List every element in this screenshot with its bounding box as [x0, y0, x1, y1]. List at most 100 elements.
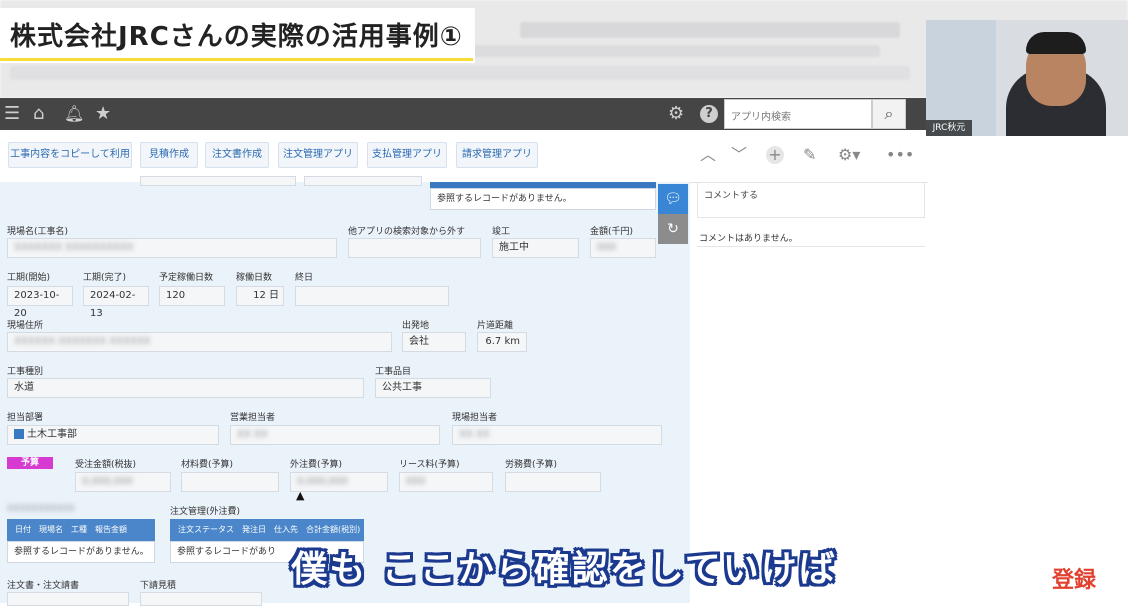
departure-label: 出発地 — [402, 321, 430, 331]
col-order-date: 発注日 — [242, 525, 266, 534]
planned-days-field[interactable]: 120 — [159, 286, 225, 306]
address-field[interactable]: XXXXXX XXXXXXX XXXXXX — [7, 332, 392, 352]
budget-tag: 予算 — [7, 457, 53, 469]
col-report-amount: 報告金額 — [95, 525, 127, 534]
final-day-label: 終日 — [295, 273, 314, 283]
no-comments-text: コメントはありません。 — [699, 234, 798, 244]
planned-days-label: 予定稼働日数 — [159, 273, 214, 283]
window-background — [926, 20, 996, 136]
comment-tab-icon[interactable]: 💬︎ — [658, 184, 688, 214]
col-site: 現場名 — [39, 525, 63, 534]
divider — [697, 246, 925, 247]
copy-work-button[interactable]: 工事内容をコピーして利用 — [8, 142, 132, 168]
site-name-label: 現場名(工事名) — [7, 227, 69, 237]
working-days-value: 12 — [253, 290, 266, 301]
col-work: 工種 — [71, 525, 87, 534]
webcam-name-label: JRC秋元 — [926, 120, 972, 136]
work-type-field[interactable]: 水道 — [7, 378, 364, 398]
video-title-banner: 株式会社JRCさんの実際の活用事例① — [0, 10, 473, 61]
lease-cost-field: 000 — [399, 472, 493, 492]
sales-rep-field[interactable]: XX XX — [230, 425, 440, 445]
distance-label: 片道距離 — [477, 321, 514, 331]
sales-rep-label: 営業担当者 — [230, 413, 276, 423]
start-date-label: 工期(開始) — [7, 273, 51, 283]
col-supplier: 仕入先 — [274, 525, 298, 534]
ref-table-header-top — [430, 182, 656, 188]
sub-estimate-field[interactable] — [140, 592, 262, 606]
video-subtitle: 僕も ここから確認をしていけば — [291, 549, 837, 590]
order-amount-field: 0,000,000 — [75, 472, 171, 492]
exclude-label: 他アプリの検索対象から外す — [348, 227, 466, 237]
work-type-label: 工事種別 — [7, 367, 44, 377]
departure-field[interactable]: 会社 — [402, 332, 466, 352]
search-icon[interactable]: ⌕ — [872, 99, 906, 129]
report-table-label: XXXXXXXXXXX — [7, 504, 75, 514]
col-total: 合計金額(税別) — [306, 525, 361, 534]
lease-cost-label: リース料(予算) — [399, 460, 460, 470]
comment-input[interactable]: コメントする — [697, 182, 925, 218]
top-field-2 — [304, 176, 422, 186]
order-table-header: 注文ステータス 発注日 仕入先 合計金額(税別) — [170, 519, 364, 541]
chevron-down-icon[interactable]: ﹀ — [731, 146, 747, 164]
labor-cost-label: 労務費(予算) — [505, 460, 558, 470]
order-amount-label: 受注金額(税抜) — [75, 460, 137, 470]
video-title: 株式会社JRCさんの実際の活用事例① — [10, 21, 463, 52]
amount-label: 金額(千円) — [590, 227, 634, 237]
gear-icon[interactable]: ⚙ — [668, 104, 684, 124]
department-field[interactable]: 土木工事部 — [7, 425, 219, 445]
work-category-field[interactable]: 公共工事 — [375, 378, 491, 398]
working-days-unit: 日 — [269, 290, 279, 301]
final-day-field[interactable] — [295, 286, 449, 306]
department-value: 土木工事部 — [27, 429, 77, 440]
end-date-label: 工期(完了) — [83, 273, 127, 283]
working-days-field[interactable]: 12 日 — [236, 286, 284, 306]
plus-icon[interactable]: + — [766, 146, 784, 164]
department-label: 担当部署 — [7, 413, 44, 423]
person-hair — [1026, 32, 1086, 54]
working-days-label: 稼働日数 — [236, 273, 273, 283]
help-icon[interactable]: ? — [700, 105, 718, 123]
payment-app-button[interactable]: 支払管理アプリ — [367, 142, 447, 168]
estimate-button[interactable]: 見積作成 — [140, 142, 198, 168]
more-icon[interactable]: ••• — [886, 146, 914, 164]
billing-app-button[interactable]: 請求管理アプリ — [456, 142, 538, 168]
labor-cost-field[interactable] — [505, 472, 601, 492]
menu-icon[interactable]: ☰ — [4, 104, 20, 124]
material-cost-label: 材料費(予算) — [181, 460, 234, 470]
edit-icon[interactable]: ✎ — [803, 146, 816, 164]
subscribe-logo: 登録 — [1052, 568, 1097, 593]
ref-table-empty-top: 参照するレコードがありません。 — [430, 188, 656, 210]
work-category-label: 工事品目 — [375, 367, 412, 377]
app-search-input[interactable]: アプリ内検索 — [724, 99, 872, 129]
settings-gear-icon[interactable]: ⚙▾ — [838, 146, 860, 164]
purchase-doc-field[interactable] — [7, 592, 129, 606]
outsource-cost-field: 0,000,000 — [290, 472, 388, 492]
home-icon[interactable]: ⌂ — [33, 104, 44, 124]
bell-icon[interactable]: 🔔︎ — [64, 104, 84, 124]
col-date: 日付 — [15, 525, 31, 534]
order-mgmt-label: 注文管理(外注費) — [170, 507, 241, 517]
history-tab-icon[interactable]: ↻ — [658, 214, 688, 244]
amount-field: 000 — [590, 238, 656, 258]
star-icon[interactable]: ★ — [95, 104, 111, 124]
outsource-cost-label: 外注費(予算) — [290, 460, 343, 470]
chevron-up-icon[interactable]: ︿ — [700, 146, 716, 164]
org-icon — [14, 429, 24, 439]
mouse-cursor-icon: ▲ — [296, 489, 305, 502]
report-table-header: 日付 現場名 工種 報告金額 — [7, 519, 155, 541]
site-manager-field[interactable]: XX XX — [452, 425, 662, 445]
site-name-field[interactable]: XXXXXXX XXXXXXXXXX — [7, 238, 337, 258]
exclude-field[interactable] — [348, 238, 481, 258]
order-app-button[interactable]: 注文管理アプリ — [278, 142, 358, 168]
end-date-field[interactable]: 2024-02-13 — [83, 286, 149, 319]
completion-label: 竣工 — [492, 227, 511, 237]
distance-field[interactable]: 6.7 km — [477, 332, 527, 352]
completion-field[interactable]: 施工中 — [492, 238, 579, 258]
col-order-status: 注文ステータス — [178, 525, 234, 534]
top-field-1 — [140, 176, 296, 186]
webcam-video — [926, 20, 1128, 136]
material-cost-field[interactable] — [181, 472, 279, 492]
start-date-field[interactable]: 2023-10-20 — [7, 286, 73, 319]
address-label: 現場住所 — [7, 321, 44, 331]
purchase-order-button[interactable]: 注文書作成 — [205, 142, 269, 168]
